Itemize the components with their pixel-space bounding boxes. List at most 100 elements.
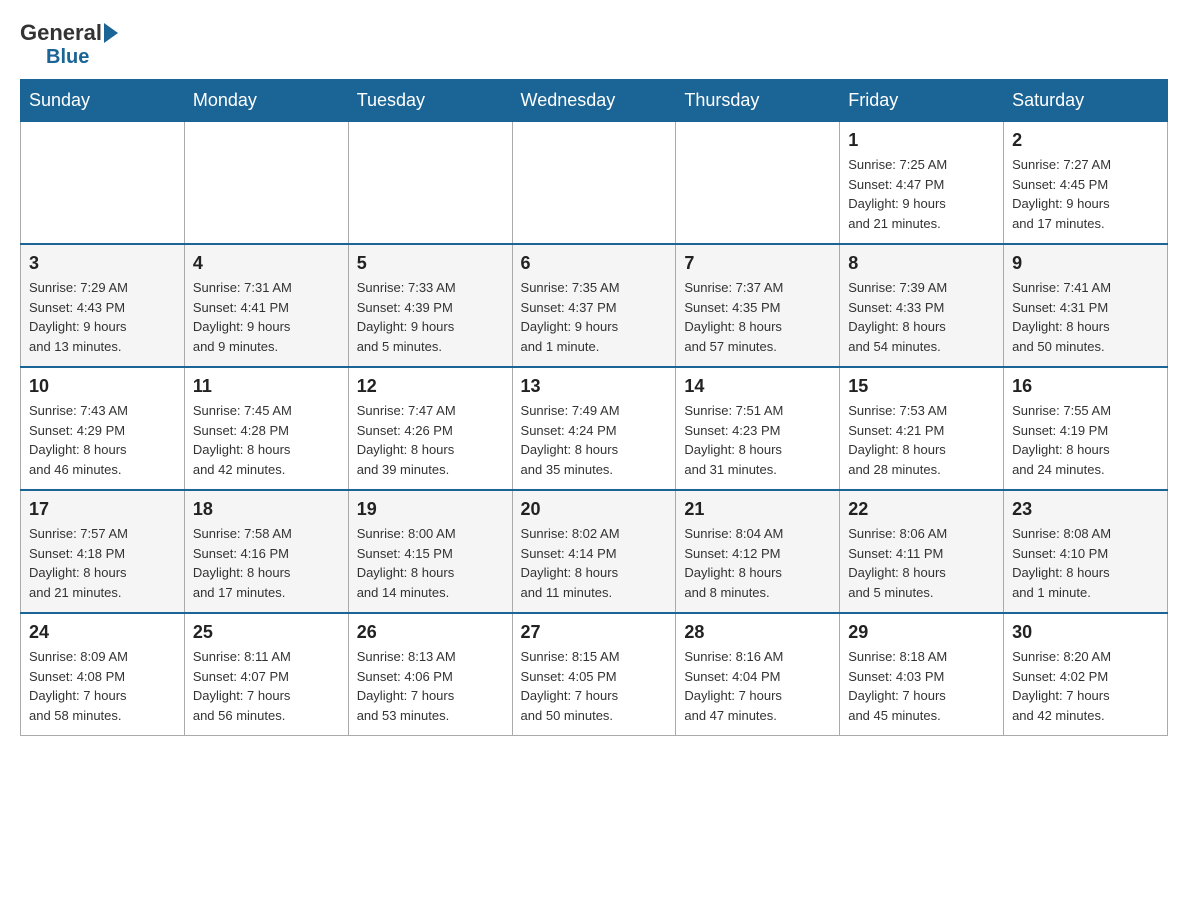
weekday-header-friday: Friday [840, 80, 1004, 122]
calendar-cell [676, 122, 840, 245]
day-number: 6 [521, 253, 668, 274]
day-info: Sunrise: 7:33 AM Sunset: 4:39 PM Dayligh… [357, 278, 504, 356]
calendar-cell: 12 Sunrise: 7:47 AM Sunset: 4:26 PM Dayli… [348, 367, 512, 490]
day-number: 9 [1012, 253, 1159, 274]
day-info: Sunrise: 7:57 AM Sunset: 4:18 PM Dayligh… [29, 524, 176, 602]
calendar-cell: 30 Sunrise: 8:20 AM Sunset: 4:02 PM Dayli… [1004, 613, 1168, 736]
calendar-cell: 10 Sunrise: 7:43 AM Sunset: 4:29 PM Dayli… [21, 367, 185, 490]
logo-arrow-icon [104, 23, 118, 43]
calendar-cell: 20Sunrise: 8:02 AM Sunset: 4:14 PM Dayli… [512, 490, 676, 613]
week-row-5: 24 Sunrise: 8:09 AM Sunset: 4:08 PM Dayli… [21, 613, 1168, 736]
day-number: 25 [193, 622, 340, 643]
calendar-cell [184, 122, 348, 245]
weekday-header-saturday: Saturday [1004, 80, 1168, 122]
day-number: 2 [1012, 130, 1159, 151]
day-info: Sunrise: 8:08 AM Sunset: 4:10 PM Dayligh… [1012, 524, 1159, 602]
week-row-3: 10 Sunrise: 7:43 AM Sunset: 4:29 PM Dayli… [21, 367, 1168, 490]
day-info: Sunrise: 7:53 AM Sunset: 4:21 PM Dayligh… [848, 401, 995, 479]
day-number: 17 [29, 499, 176, 520]
logo: General Blue [20, 20, 120, 69]
day-info: Sunrise: 7:29 AM Sunset: 4:43 PM Dayligh… [29, 278, 176, 356]
weekday-header-sunday: Sunday [21, 80, 185, 122]
day-number: 15 [848, 376, 995, 397]
calendar-cell [348, 122, 512, 245]
calendar-cell: 29 Sunrise: 8:18 AM Sunset: 4:03 PM Dayli… [840, 613, 1004, 736]
day-info: Sunrise: 7:47 AM Sunset: 4:26 PM Dayligh… [357, 401, 504, 479]
calendar-cell: 7Sunrise: 7:37 AM Sunset: 4:35 PM Daylig… [676, 244, 840, 367]
day-number: 4 [193, 253, 340, 274]
day-info: Sunrise: 7:35 AM Sunset: 4:37 PM Dayligh… [521, 278, 668, 356]
day-info: Sunrise: 8:18 AM Sunset: 4:03 PM Dayligh… [848, 647, 995, 725]
day-info: Sunrise: 7:25 AM Sunset: 4:47 PM Dayligh… [848, 155, 995, 233]
day-number: 18 [193, 499, 340, 520]
calendar-cell: 5 Sunrise: 7:33 AM Sunset: 4:39 PM Daylig… [348, 244, 512, 367]
day-number: 8 [848, 253, 995, 274]
calendar-cell: 27Sunrise: 8:15 AM Sunset: 4:05 PM Dayli… [512, 613, 676, 736]
day-number: 24 [29, 622, 176, 643]
day-info: Sunrise: 8:09 AM Sunset: 4:08 PM Dayligh… [29, 647, 176, 725]
day-info: Sunrise: 7:51 AM Sunset: 4:23 PM Dayligh… [684, 401, 831, 479]
day-info: Sunrise: 7:31 AM Sunset: 4:41 PM Dayligh… [193, 278, 340, 356]
logo-general-text: General [20, 20, 102, 46]
day-info: Sunrise: 8:20 AM Sunset: 4:02 PM Dayligh… [1012, 647, 1159, 725]
day-info: Sunrise: 7:58 AM Sunset: 4:16 PM Dayligh… [193, 524, 340, 602]
day-info: Sunrise: 7:39 AM Sunset: 4:33 PM Dayligh… [848, 278, 995, 356]
day-number: 1 [848, 130, 995, 151]
day-number: 28 [684, 622, 831, 643]
day-number: 29 [848, 622, 995, 643]
calendar-cell: 6 Sunrise: 7:35 AM Sunset: 4:37 PM Daylig… [512, 244, 676, 367]
calendar-cell: 25 Sunrise: 8:11 AM Sunset: 4:07 PM Dayli… [184, 613, 348, 736]
calendar-cell: 2 Sunrise: 7:27 AM Sunset: 4:45 PM Daylig… [1004, 122, 1168, 245]
calendar-cell: 8 Sunrise: 7:39 AM Sunset: 4:33 PM Daylig… [840, 244, 1004, 367]
week-row-4: 17 Sunrise: 7:57 AM Sunset: 4:18 PM Dayli… [21, 490, 1168, 613]
day-number: 14 [684, 376, 831, 397]
day-number: 16 [1012, 376, 1159, 397]
day-info: Sunrise: 7:49 AM Sunset: 4:24 PM Dayligh… [521, 401, 668, 479]
calendar-cell: 15 Sunrise: 7:53 AM Sunset: 4:21 PM Dayli… [840, 367, 1004, 490]
day-info: Sunrise: 8:15 AM Sunset: 4:05 PM Dayligh… [521, 647, 668, 725]
page-header: General Blue [20, 20, 1168, 69]
calendar-cell: 24 Sunrise: 8:09 AM Sunset: 4:08 PM Dayli… [21, 613, 185, 736]
weekday-header-monday: Monday [184, 80, 348, 122]
day-info: Sunrise: 8:11 AM Sunset: 4:07 PM Dayligh… [193, 647, 340, 725]
weekday-header-wednesday: Wednesday [512, 80, 676, 122]
day-number: 5 [357, 253, 504, 274]
calendar-cell: 9 Sunrise: 7:41 AM Sunset: 4:31 PM Daylig… [1004, 244, 1168, 367]
day-info: Sunrise: 8:13 AM Sunset: 4:06 PM Dayligh… [357, 647, 504, 725]
calendar-cell: 14 Sunrise: 7:51 AM Sunset: 4:23 PM Dayli… [676, 367, 840, 490]
day-info: Sunrise: 7:37 AM Sunset: 4:35 PM Dayligh… [684, 278, 831, 356]
day-info: Sunrise: 7:41 AM Sunset: 4:31 PM Dayligh… [1012, 278, 1159, 356]
calendar-cell: 26 Sunrise: 8:13 AM Sunset: 4:06 PM Dayli… [348, 613, 512, 736]
day-info: Sunrise: 8:02 AM Sunset: 4:14 PM Dayligh… [521, 524, 668, 602]
calendar-cell: 17 Sunrise: 7:57 AM Sunset: 4:18 PM Dayli… [21, 490, 185, 613]
day-number: 11 [193, 376, 340, 397]
weekday-header-thursday: Thursday [676, 80, 840, 122]
day-number: 12 [357, 376, 504, 397]
calendar-cell: 23Sunrise: 8:08 AM Sunset: 4:10 PM Dayli… [1004, 490, 1168, 613]
day-info: Sunrise: 7:43 AM Sunset: 4:29 PM Dayligh… [29, 401, 176, 479]
calendar-cell: 11 Sunrise: 7:45 AM Sunset: 4:28 PM Dayli… [184, 367, 348, 490]
logo-blue-text: Blue [46, 46, 89, 69]
week-row-1: 1 Sunrise: 7:25 AM Sunset: 4:47 PM Daylig… [21, 122, 1168, 245]
day-number: 13 [521, 376, 668, 397]
weekday-header-tuesday: Tuesday [348, 80, 512, 122]
week-row-2: 3 Sunrise: 7:29 AM Sunset: 4:43 PM Daylig… [21, 244, 1168, 367]
day-info: Sunrise: 7:27 AM Sunset: 4:45 PM Dayligh… [1012, 155, 1159, 233]
calendar-cell: 3 Sunrise: 7:29 AM Sunset: 4:43 PM Daylig… [21, 244, 185, 367]
weekday-header-row: SundayMondayTuesdayWednesdayThursdayFrid… [21, 80, 1168, 122]
calendar-cell: 19Sunrise: 8:00 AM Sunset: 4:15 PM Dayli… [348, 490, 512, 613]
calendar-cell [512, 122, 676, 245]
day-number: 26 [357, 622, 504, 643]
calendar-cell: 22Sunrise: 8:06 AM Sunset: 4:11 PM Dayli… [840, 490, 1004, 613]
calendar-table: SundayMondayTuesdayWednesdayThursdayFrid… [20, 79, 1168, 736]
day-number: 10 [29, 376, 176, 397]
day-number: 21 [684, 499, 831, 520]
calendar-cell: 16Sunrise: 7:55 AM Sunset: 4:19 PM Dayli… [1004, 367, 1168, 490]
day-number: 19 [357, 499, 504, 520]
day-info: Sunrise: 7:45 AM Sunset: 4:28 PM Dayligh… [193, 401, 340, 479]
day-info: Sunrise: 8:06 AM Sunset: 4:11 PM Dayligh… [848, 524, 995, 602]
calendar-cell: 21Sunrise: 8:04 AM Sunset: 4:12 PM Dayli… [676, 490, 840, 613]
calendar-cell [21, 122, 185, 245]
day-number: 3 [29, 253, 176, 274]
day-number: 30 [1012, 622, 1159, 643]
